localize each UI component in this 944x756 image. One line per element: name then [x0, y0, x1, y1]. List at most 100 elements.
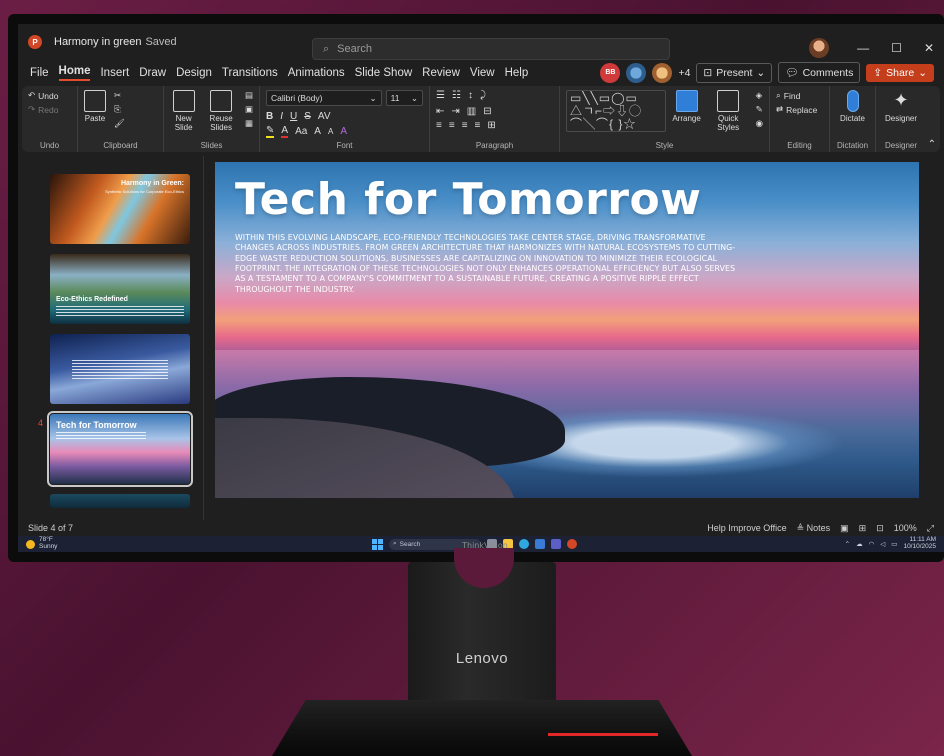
- fit-to-window-icon[interactable]: ⤢: [927, 523, 934, 534]
- current-slide[interactable]: Tech for Tomorrow Within this evolving l…: [215, 162, 919, 498]
- character-spacing-icon[interactable]: AV: [318, 111, 331, 122]
- windows-start-icon[interactable]: [372, 538, 383, 550]
- powerpoint-icon[interactable]: [567, 539, 577, 549]
- italic-button[interactable]: I: [280, 111, 283, 122]
- battery-icon[interactable]: ▭: [891, 540, 897, 548]
- arrange-button[interactable]: Arrange: [672, 90, 701, 138]
- paste-button[interactable]: Paste: [84, 90, 106, 138]
- copy-icon[interactable]: ⎘: [114, 104, 125, 115]
- sun-icon: [26, 539, 35, 549]
- tab-file[interactable]: File: [30, 67, 49, 79]
- search-input[interactable]: ⌕ Search: [312, 38, 670, 60]
- smartart-icon[interactable]: ⊞: [487, 120, 495, 131]
- cut-icon[interactable]: ✂: [114, 90, 125, 101]
- shrink-font-button[interactable]: A: [328, 127, 333, 136]
- reset-icon[interactable]: ▣: [245, 104, 253, 115]
- share-button[interactable]: ⇪ Share ⌄: [866, 63, 934, 82]
- teams-icon[interactable]: [551, 539, 561, 549]
- line-spacing-icon[interactable]: ↕: [468, 90, 473, 101]
- layout-icon[interactable]: ▤: [245, 90, 253, 101]
- help-improve-link[interactable]: Help Improve Office: [707, 523, 786, 533]
- section-icon[interactable]: ▦: [245, 118, 253, 129]
- reuse-slides-button[interactable]: Reuse Slides: [203, 90, 239, 138]
- find-button[interactable]: ⌕ Find: [776, 90, 823, 101]
- reading-view-icon[interactable]: ⊡: [876, 523, 884, 534]
- tab-design[interactable]: Design: [176, 67, 212, 79]
- bullets-icon[interactable]: ☰: [436, 90, 445, 101]
- notes-button[interactable]: ≜ Notes: [797, 523, 831, 534]
- tab-home[interactable]: Home: [58, 65, 91, 81]
- slide-thumbnail-3[interactable]: [50, 334, 190, 404]
- grow-font-button[interactable]: A: [314, 126, 321, 137]
- slide-sorter-icon[interactable]: ⊞: [859, 523, 867, 534]
- clock[interactable]: 11:11 AM 10/10/2025: [903, 536, 936, 551]
- zoom-level[interactable]: 100%: [894, 523, 917, 533]
- quick-styles-button[interactable]: Quick Styles: [707, 90, 750, 138]
- font-color-icon[interactable]: A: [281, 125, 289, 138]
- dictate-button[interactable]: Dictate: [836, 90, 869, 123]
- normal-view-icon[interactable]: ▣: [840, 523, 849, 534]
- maximize-button[interactable]: ☐: [891, 41, 902, 55]
- tab-slide-show[interactable]: Slide Show: [355, 67, 413, 79]
- tab-transitions[interactable]: Transitions: [222, 67, 278, 79]
- align-left-icon[interactable]: ≡: [436, 120, 442, 131]
- align-right-icon[interactable]: ≡: [462, 120, 468, 131]
- comments-button[interactable]: 💬︎ Comments: [778, 62, 861, 83]
- present-button[interactable]: ⊡ Present ⌄: [696, 62, 773, 83]
- bold-button[interactable]: B: [266, 111, 273, 122]
- collaborator-avatar[interactable]: [626, 62, 647, 83]
- align-text-icon[interactable]: ⊟: [483, 106, 491, 117]
- clear-formatting-icon[interactable]: A: [340, 126, 347, 137]
- designer-button[interactable]: ✦ Designer: [882, 90, 920, 123]
- font-size-select[interactable]: 11 ⌄: [385, 90, 423, 106]
- minimize-button[interactable]: —: [857, 41, 869, 55]
- shape-outline-icon[interactable]: ✎: [756, 104, 763, 115]
- slide-thumbnail-4[interactable]: Tech for Tomorrow: [47, 411, 193, 487]
- tab-view[interactable]: View: [470, 67, 495, 79]
- slide-thumbnail-2[interactable]: Eco-Ethics Redefined: [50, 254, 190, 324]
- tab-help[interactable]: Help: [505, 67, 529, 79]
- weather-widget[interactable]: 78°F Sunny: [26, 536, 57, 551]
- tab-review[interactable]: Review: [422, 67, 460, 79]
- strikethrough-button[interactable]: S: [304, 111, 311, 122]
- onedrive-icon[interactable]: ☁: [856, 540, 863, 548]
- close-button[interactable]: ✕: [924, 41, 934, 55]
- collaborator-avatar[interactable]: BB: [600, 62, 621, 83]
- increase-indent-icon[interactable]: ⇥: [451, 106, 459, 117]
- text-direction-icon[interactable]: ⤸: [480, 90, 486, 101]
- slide-title[interactable]: Tech for Tomorrow: [235, 178, 701, 222]
- format-painter-icon[interactable]: 🖌︎: [114, 118, 125, 129]
- highlight-icon[interactable]: ✎: [266, 125, 275, 138]
- redo-button[interactable]: ↷ Redo: [28, 104, 71, 115]
- user-avatar[interactable]: [809, 38, 830, 58]
- justify-icon[interactable]: ≡: [475, 120, 481, 131]
- tab-insert[interactable]: Insert: [100, 67, 129, 79]
- slide-body-text[interactable]: Within this evolving landscape, eco-frie…: [235, 233, 747, 295]
- shape-fill-icon[interactable]: ◈: [756, 90, 763, 101]
- slide-thumbnail-5[interactable]: [50, 494, 190, 508]
- replace-button[interactable]: ⇄ Replace: [776, 104, 823, 115]
- slide-thumbnail-1[interactable]: Harmony in Green: Synthetic Solutions fo…: [50, 174, 190, 244]
- font-family-select[interactable]: Calibri (Body) ⌄: [266, 90, 382, 106]
- edge-icon[interactable]: [519, 539, 529, 549]
- undo-button[interactable]: ↶ Undo: [28, 90, 71, 101]
- shapes-gallery[interactable]: ▭╲╲▭◯▭ △ㄱ⌐⇨⇩◯ ⌒╲⌒{ }☆: [566, 90, 667, 132]
- new-slide-button[interactable]: New Slide: [170, 90, 197, 138]
- underline-button[interactable]: U: [290, 111, 297, 122]
- collaborator-count[interactable]: +4: [678, 67, 690, 79]
- decrease-indent-icon[interactable]: ⇤: [436, 106, 444, 117]
- tab-draw[interactable]: Draw: [139, 67, 166, 79]
- change-case-button[interactable]: Aa: [295, 126, 307, 137]
- tab-animations[interactable]: Animations: [288, 67, 345, 79]
- shape-effects-icon[interactable]: ◉: [756, 118, 763, 129]
- columns-icon[interactable]: ▥: [467, 106, 476, 117]
- document-title[interactable]: Harmony in green: [54, 36, 141, 48]
- collapse-ribbon-icon[interactable]: ⌃: [928, 139, 936, 150]
- wifi-icon[interactable]: ◠: [869, 540, 875, 548]
- volume-icon[interactable]: ◁: [880, 540, 885, 548]
- store-icon[interactable]: [535, 539, 545, 549]
- chevron-up-icon[interactable]: ⌃: [845, 540, 850, 548]
- numbering-icon[interactable]: ☷: [452, 90, 461, 101]
- align-center-icon[interactable]: ≡: [449, 120, 455, 131]
- collaborator-avatar[interactable]: [652, 62, 673, 83]
